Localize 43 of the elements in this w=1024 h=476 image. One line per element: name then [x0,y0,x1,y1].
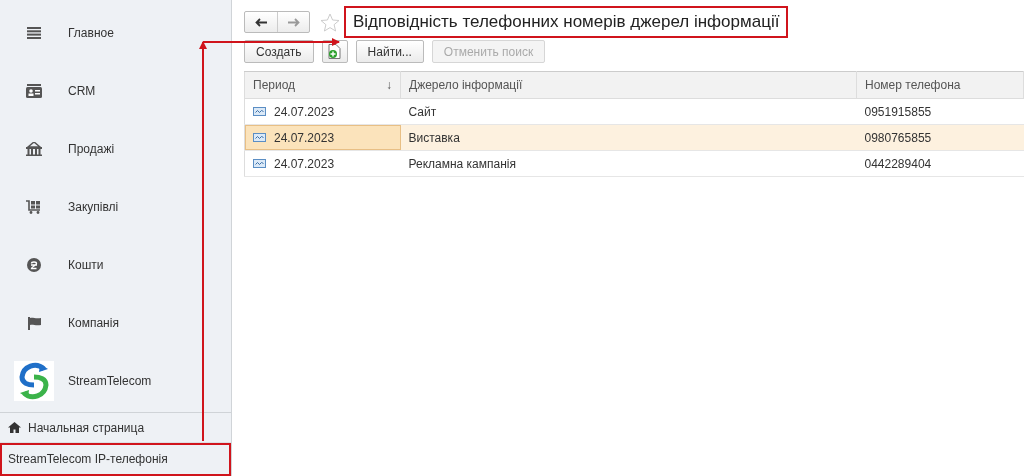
sidebar-item[interactable]: Закупівлі [68,200,119,214]
logo-icon [14,361,54,401]
flag-icon [27,316,41,330]
arrow-right-icon [287,17,300,27]
column-header[interactable]: Период ↓ [244,71,401,99]
sidebar-item[interactable]: Продажі [68,142,115,156]
table-cell: Сайт [400,98,857,125]
sidebar-link[interactable]: StreamTelecom IP-телефонія [0,443,231,476]
page-title: Відповідність телефонних номерів джерел інформації [344,6,789,38]
table-cell: 0442289404 [856,150,1024,177]
cart-icon [26,200,42,214]
date-text: 24.07.2023 [274,156,335,171]
record-icon [253,107,266,116]
add-document-button[interactable] [321,40,348,63]
add-document-icon [327,44,342,59]
table-cell: Рекламна кампанія [400,150,857,177]
table-cell: Виставка [400,124,857,151]
toolbar-button[interactable]: Найти... [355,40,424,63]
list-icon [27,27,41,39]
home-icon [8,422,21,433]
sidebar-item[interactable]: Компанія [68,316,119,330]
sidebar-link[interactable]: Начальная страница [0,413,231,443]
sidebar-item[interactable]: CRM [68,84,96,98]
record-icon [253,133,266,142]
contact-card-icon [26,84,42,98]
table-row[interactable]: 24.07.2023 Сайт 0951915855 [244,98,1024,125]
table-cell: 0951915855 [856,98,1024,125]
coin-icon [27,258,41,272]
date-text: 24.07.2023 [274,104,335,119]
column-header[interactable]: Номер телефона [856,71,1024,99]
column-header[interactable]: Джерело інформації [400,71,857,99]
table-cell: 0980765855 [856,124,1024,151]
toolbar-button[interactable]: Создать [244,40,314,63]
sidebar-item[interactable]: Кошти [68,258,104,272]
table-row[interactable]: 24.07.2023 Виставка 0980765855 [244,124,1024,151]
sidebar-item[interactable]: Главное [68,26,114,40]
date-text: 24.07.2023 [274,130,335,145]
table-row[interactable]: 24.07.2023 Рекламна кампанія 0442289404 [244,150,1024,177]
record-icon [253,159,266,168]
sort-icon: ↓ [386,78,392,92]
sidebar-item[interactable]: StreamTelecom [68,374,152,388]
arrow-left-icon [255,17,267,27]
star-icon[interactable] [320,12,340,32]
